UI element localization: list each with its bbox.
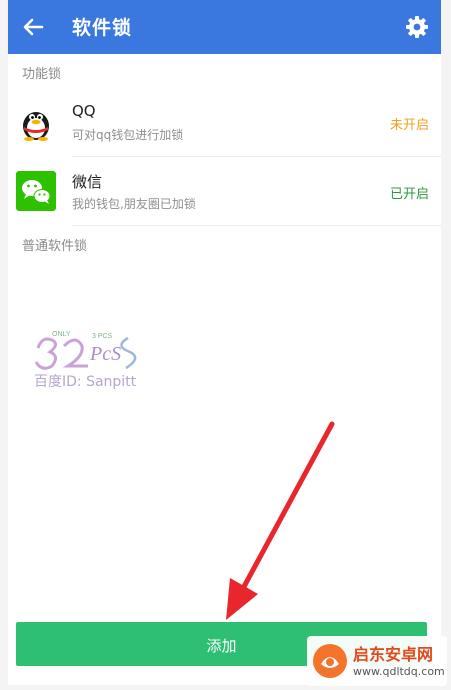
watermark-logo: PcS ONLY 3 PCS (34, 331, 137, 370)
brand-url: www.qdltdq.com (353, 665, 445, 678)
svg-text:3 PCS: 3 PCS (92, 333, 113, 340)
wechat-icon (16, 171, 56, 211)
app-bar: 软件锁 (8, 0, 441, 54)
status-label-qq: 未开启 (389, 118, 429, 133)
section-header-function-lock: 功能锁 (22, 67, 62, 82)
arrow-left-icon (23, 18, 44, 36)
svg-text:ONLY: ONLY (52, 331, 71, 338)
status-label-wechat: 已开启 (389, 187, 429, 202)
brand-logo-icon (313, 644, 347, 678)
settings-button[interactable] (401, 11, 433, 43)
brand-name: 启东安卓网 (353, 645, 434, 664)
brand-watermark: 启东安卓网 www.qdltdq.com (307, 636, 447, 686)
phone-screen: 软件锁 功能锁 QQ 可对qq钱包进行加锁 未开启 微信 我的钱包,朋友圈已加锁… (8, 0, 441, 685)
divider (72, 225, 441, 226)
qq-penguin-icon (23, 112, 49, 141)
app-desc-wechat: 我的钱包,朋友圈已加锁 (72, 197, 196, 211)
app-name-qq: QQ (72, 102, 96, 120)
watermark-text: 百度ID: Sanpitt (34, 374, 137, 390)
app-desc-qq: 可对qq钱包进行加锁 (72, 128, 184, 142)
back-button[interactable] (16, 11, 50, 43)
svg-text:PcS: PcS (89, 343, 121, 365)
list-item-wechat[interactable]: 微信 我的钱包,朋友圈已加锁 已开启 (8, 157, 441, 225)
list-item-qq[interactable]: QQ 可对qq钱包进行加锁 未开启 (8, 88, 441, 156)
section-header-normal-lock: 普通软件锁 (22, 239, 88, 254)
app-name-wechat: 微信 (72, 173, 103, 191)
page-title: 软件锁 (72, 17, 133, 39)
gear-icon (406, 16, 428, 38)
